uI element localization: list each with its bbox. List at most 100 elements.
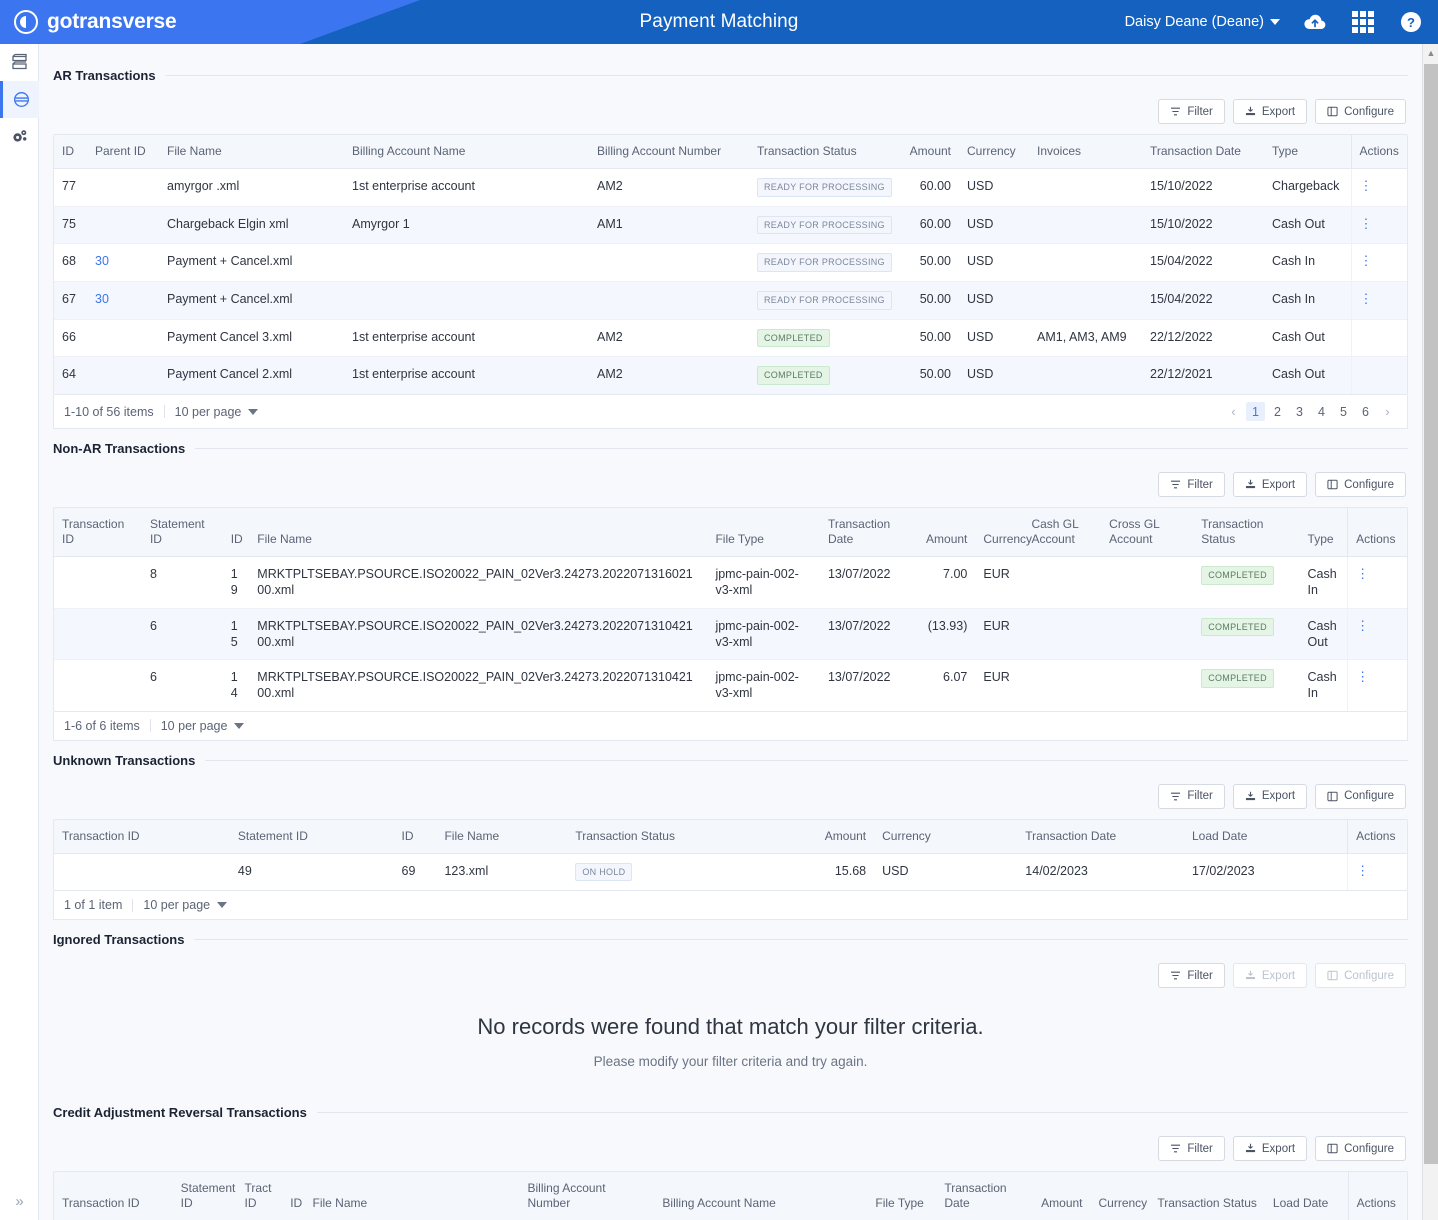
table-row[interactable]: 6 15 MRKTPLTSEBAY.PSOURCE.ISO20022_PAIN_…	[54, 608, 1407, 661]
table-row[interactable]: 64 Payment Cancel 2.xml 1st enterprise a…	[54, 356, 1407, 395]
user-menu[interactable]: Daisy Deane (Deane)	[1125, 14, 1280, 30]
cell-parent-id[interactable]	[87, 319, 159, 358]
col-transaction-id[interactable]: Transaction ID	[54, 508, 142, 558]
col-transaction-id[interactable]: Transaction ID	[54, 1172, 173, 1220]
cell-actions[interactable]: ⋮	[1350, 206, 1407, 245]
col-statement-id[interactable]: Statement ID	[229, 819, 394, 854]
cell-actions[interactable]: ⋮	[1347, 853, 1407, 891]
col-id[interactable]: ID	[54, 135, 87, 169]
col-parent-id[interactable]: Parent ID	[87, 135, 159, 169]
scrollbar-thumb[interactable]	[1424, 64, 1438, 1164]
page-next[interactable]: ›	[1378, 402, 1397, 421]
col-file-name[interactable]: File Name	[436, 819, 568, 854]
col-transaction-date[interactable]: Transaction Date	[936, 1172, 1028, 1220]
col-currency[interactable]: Currency	[874, 819, 1018, 854]
ar-per-page-select[interactable]: 10 per page	[175, 405, 259, 419]
col-amount[interactable]: Amount	[756, 819, 875, 854]
cell-actions[interactable]: ⋮	[1347, 556, 1407, 609]
cell-actions[interactable]: ⋮	[1350, 243, 1407, 283]
page-6[interactable]: 6	[1356, 402, 1375, 421]
credit-export-button[interactable]: Export	[1232, 1136, 1308, 1162]
help-icon[interactable]: ?	[1398, 9, 1424, 35]
col-cross-gl-account[interactable]: Cross GL Account	[1101, 508, 1194, 558]
nonar-per-page-select[interactable]: 10 per page	[161, 719, 245, 733]
ignored-filter-button[interactable]: Filter	[1158, 963, 1225, 989]
cell-actions[interactable]: ⋮	[1347, 659, 1407, 711]
cell-parent-id[interactable]	[87, 168, 159, 207]
table-row[interactable]: 77 amyrgor .xml 1st enterprise account A…	[54, 168, 1407, 207]
cell-parent-id[interactable]: 30	[87, 281, 159, 320]
brand-logo[interactable]: gotransverse	[14, 0, 177, 44]
col-tract-id[interactable]: Tract ID	[236, 1172, 283, 1220]
sidebar-item-payment-matching[interactable]	[0, 81, 39, 118]
row-menu-icon[interactable]: ⋮	[1356, 864, 1369, 877]
col-type[interactable]: Type	[1264, 135, 1351, 169]
col-billing-account-number[interactable]: Billing Account Number	[589, 135, 749, 169]
page-3[interactable]: 3	[1290, 402, 1309, 421]
credit-configure-button[interactable]: Configure	[1315, 1136, 1406, 1162]
table-row[interactable]: 75 Chargeback Elgin xml Amyrgor 1 AM1 RE…	[54, 206, 1407, 245]
table-row[interactable]: 67 30 Payment + Cancel.xml READY FOR PRO…	[54, 281, 1407, 320]
col-currency[interactable]: Currency	[959, 135, 1029, 169]
sidebar-item-batches[interactable]	[0, 44, 39, 81]
cell-parent-id[interactable]	[87, 206, 159, 245]
col-transaction-status[interactable]: Transaction Status	[1193, 508, 1300, 558]
col-statement-id[interactable]: Statement ID	[172, 1172, 237, 1220]
cell-actions[interactable]: ⋮	[1350, 281, 1407, 320]
col-currency[interactable]: Currency	[1090, 1172, 1150, 1220]
page-scrollbar[interactable]: ▲	[1422, 44, 1438, 1220]
page-4[interactable]: 4	[1312, 402, 1331, 421]
col-statement-id[interactable]: Statement ID	[141, 508, 223, 558]
col-billing-account-number[interactable]: Billing Account Number	[519, 1172, 655, 1220]
row-menu-icon[interactable]: ⋮	[1356, 567, 1369, 580]
apps-grid-icon[interactable]	[1350, 9, 1376, 35]
col-file-name[interactable]: File Name	[249, 508, 708, 558]
col-file-type[interactable]: File Type	[707, 508, 820, 558]
col-file-name[interactable]: File Name	[304, 1172, 520, 1220]
table-row[interactable]: 49 69 123.xml ON HOLD 15.68 USD 14/02/20…	[54, 853, 1407, 891]
cell-parent-id[interactable]	[87, 357, 159, 394]
scroll-up-arrow-icon[interactable]: ▲	[1423, 44, 1438, 62]
credit-filter-button[interactable]: Filter	[1158, 1136, 1225, 1162]
ar-configure-button[interactable]: Configure	[1315, 99, 1406, 124]
col-cash-gl-account[interactable]: Cash GL Account	[1023, 508, 1102, 558]
unknown-export-button[interactable]: Export	[1232, 783, 1308, 809]
col-amount[interactable]: Amount	[1027, 1172, 1091, 1220]
row-menu-icon[interactable]: ⋮	[1360, 254, 1373, 267]
col-transaction-date[interactable]: Transaction Date	[1017, 819, 1184, 854]
col-type[interactable]: Type	[1299, 508, 1348, 558]
col-transaction-status[interactable]: Transaction Status	[749, 135, 897, 169]
sidebar-item-settings[interactable]	[0, 118, 39, 155]
col-currency[interactable]: Currency	[975, 508, 1032, 558]
cell-actions[interactable]: ⋮	[1350, 168, 1407, 207]
col-amount[interactable]: Amount	[897, 135, 959, 169]
row-menu-icon[interactable]: ⋮	[1360, 217, 1373, 230]
col-id[interactable]: ID	[393, 819, 437, 854]
table-row[interactable]: 68 30 Payment + Cancel.xml READY FOR PRO…	[54, 243, 1407, 283]
page-1[interactable]: 1	[1246, 402, 1265, 422]
row-menu-icon[interactable]: ⋮	[1360, 292, 1373, 305]
unknown-configure-button[interactable]: Configure	[1315, 783, 1406, 809]
page-prev[interactable]: ‹	[1224, 402, 1243, 421]
table-row[interactable]: 8 19 MRKTPLTSEBAY.PSOURCE.ISO20022_PAIN_…	[54, 556, 1407, 609]
col-file-type[interactable]: File Type	[867, 1172, 937, 1220]
ar-export-button[interactable]: Export	[1232, 99, 1308, 124]
unknown-per-page-select[interactable]: 10 per page	[143, 898, 228, 912]
table-row[interactable]: 66 Payment Cancel 3.xml 1st enterprise a…	[54, 319, 1407, 358]
col-transaction-status[interactable]: Transaction Status	[567, 819, 757, 854]
col-invoices[interactable]: Invoices	[1029, 135, 1142, 169]
nonar-configure-button[interactable]: Configure	[1315, 472, 1406, 498]
row-menu-icon[interactable]: ⋮	[1360, 179, 1373, 192]
cloud-upload-icon[interactable]	[1302, 9, 1328, 35]
col-id[interactable]: ID	[222, 508, 250, 558]
col-load-date[interactable]: Load Date	[1264, 1172, 1349, 1220]
col-transaction-date[interactable]: Transaction Date	[819, 508, 915, 558]
col-billing-account-name[interactable]: Billing Account Name	[654, 1172, 868, 1220]
col-billing-account-name[interactable]: Billing Account Name	[344, 135, 589, 169]
col-load-date[interactable]: Load Date	[1183, 819, 1348, 854]
cell-parent-id[interactable]: 30	[87, 243, 159, 283]
unknown-filter-button[interactable]: Filter	[1158, 783, 1225, 809]
col-amount[interactable]: Amount	[914, 508, 976, 558]
page-5[interactable]: 5	[1334, 402, 1353, 421]
col-id[interactable]: ID	[282, 1172, 305, 1220]
